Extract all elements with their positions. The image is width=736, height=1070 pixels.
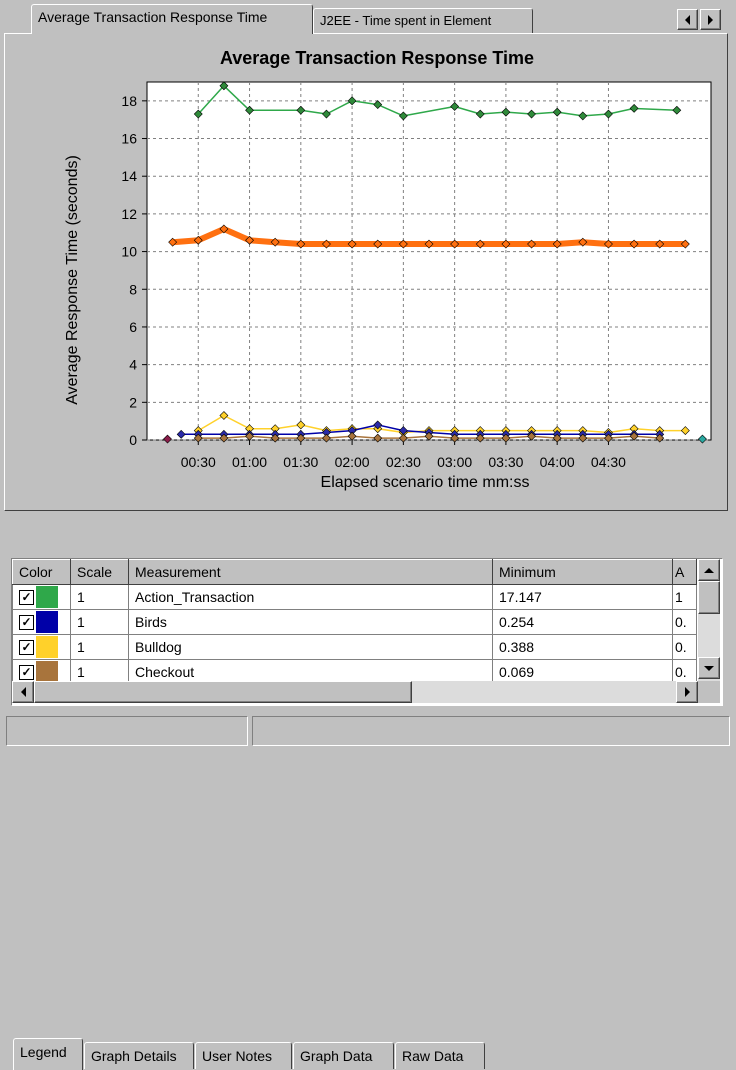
legend-scale-cell: 1 — [70, 584, 129, 610]
y-tick-label: 10 — [121, 244, 137, 260]
y-tick-label: 0 — [129, 432, 137, 448]
legend-measurement-cell: Bulldog — [128, 634, 493, 660]
legend-minimum-cell: 17.147 — [492, 584, 673, 610]
x-tick-label: 02:30 — [386, 454, 421, 470]
legend-average-cell: 1 — [672, 584, 697, 610]
checkbox-icon[interactable]: ✓ — [19, 664, 34, 680]
tab-graph-data[interactable]: Graph Data — [293, 1042, 394, 1069]
x-tick-label: 03:30 — [488, 454, 523, 470]
arrow-left-icon — [685, 14, 690, 25]
scroll-down-button[interactable] — [698, 657, 720, 679]
arrow-right-icon — [708, 14, 713, 25]
color-swatch — [36, 586, 58, 608]
x-tick-label: 01:00 — [232, 454, 267, 470]
chart-title: Average Transaction Response Time — [220, 48, 534, 68]
legend-minimum-cell: 0.254 — [492, 609, 673, 635]
y-tick-label: 18 — [121, 93, 137, 109]
y-tick-label: 4 — [129, 357, 137, 373]
legend-vertical-scrollbar[interactable] — [698, 559, 720, 681]
y-tick-label: 16 — [121, 131, 137, 147]
tab-graph-details[interactable]: Graph Details — [84, 1042, 194, 1069]
legend-horizontal-scrollbar[interactable] — [12, 681, 698, 703]
col-color-header[interactable]: Color — [12, 559, 71, 585]
horizontal-scroll-thumb[interactable] — [34, 681, 412, 703]
tab-legend[interactable]: Legend — [13, 1038, 83, 1070]
graph-panel: Average Transaction Response Time Averag… — [4, 33, 728, 511]
tab-average-transaction-response-time[interactable]: Average Transaction Response Time — [31, 4, 313, 34]
legend-color-cell[interactable]: ✓ — [12, 609, 71, 635]
scroll-up-button[interactable] — [698, 559, 720, 581]
legend-row[interactable]: ✓ 1 Bulldog 0.388 0. — [12, 634, 697, 660]
legend-average-cell: 0. — [672, 634, 697, 660]
checkbox-icon[interactable]: ✓ — [19, 589, 34, 605]
col-measurement-header[interactable]: Measurement — [128, 559, 493, 585]
x-tick-label: 02:00 — [335, 454, 370, 470]
x-axis-label: Elapsed scenario time mm:ss — [321, 474, 530, 491]
legend-measurement-cell: Birds — [128, 609, 493, 635]
arrow-up-icon — [704, 567, 714, 573]
y-tick-label: 8 — [129, 281, 137, 297]
color-swatch — [36, 611, 58, 633]
status-pane-2 — [252, 716, 730, 746]
legend-average-cell: 0. — [672, 609, 697, 635]
bottom-tab-strip: Legend Graph Details User Notes Graph Da… — [0, 516, 736, 1070]
y-tick-label: 6 — [129, 319, 137, 335]
scroll-thumb[interactable] — [698, 581, 720, 614]
legend-measurement-cell: Action_Transaction — [128, 584, 493, 610]
legend-color-cell[interactable]: ✓ — [12, 634, 71, 660]
status-pane-1 — [6, 716, 248, 746]
tab-j2ee-time-spent-in-element[interactable]: J2EE - Time spent in Element — [313, 8, 533, 33]
y-tick-label: 12 — [121, 206, 137, 222]
scrollbar-corner — [698, 681, 720, 703]
legend-row[interactable]: ✓ 1 Action_Transaction 17.147 1 — [12, 584, 697, 610]
arrow-down-icon — [704, 665, 714, 671]
tab-scroll-left-button[interactable] — [677, 9, 698, 30]
col-scale-header[interactable]: Scale — [70, 559, 129, 585]
legend-scale-cell: 1 — [70, 609, 129, 635]
arrow-left-icon — [20, 687, 26, 697]
x-tick-label: 01:30 — [283, 454, 318, 470]
color-swatch — [36, 636, 58, 658]
legend-color-cell[interactable]: ✓ — [12, 584, 71, 610]
y-axis-label: Average Response Time (seconds) — [64, 155, 81, 405]
legend-header-row: Color Scale Measurement Minimum A — [12, 559, 697, 585]
plot-area — [146, 81, 712, 441]
scroll-left-button[interactable] — [12, 681, 34, 703]
tab-scroll-right-button[interactable] — [700, 9, 721, 30]
top-tab-strip: Average Transaction Response Time J2EE -… — [0, 0, 736, 34]
arrow-right-icon — [684, 687, 690, 697]
tab-user-notes[interactable]: User Notes — [195, 1042, 292, 1069]
checkbox-icon[interactable]: ✓ — [19, 614, 34, 630]
y-tick-label: 14 — [121, 168, 137, 184]
x-tick-label: 00:30 — [181, 454, 216, 470]
x-tick-label: 04:00 — [540, 454, 575, 470]
col-average-header[interactable]: A — [672, 559, 697, 585]
legend-scale-cell: 1 — [70, 634, 129, 660]
tab-raw-data[interactable]: Raw Data — [395, 1042, 485, 1069]
color-swatch — [36, 661, 58, 683]
legend-table: Color Scale Measurement Minimum A ✓ 1 Acti… — [12, 559, 697, 685]
legend-minimum-cell: 0.388 — [492, 634, 673, 660]
checkbox-icon[interactable]: ✓ — [19, 639, 34, 655]
response-time-chart: Average Transaction Response Time Averag… — [64, 48, 712, 491]
legend-row[interactable]: ✓ 1 Birds 0.254 0. — [12, 609, 697, 635]
legend-grid: Color Scale Measurement Minimum A ✓ 1 Acti… — [11, 558, 723, 706]
scroll-right-button[interactable] — [676, 681, 698, 703]
col-minimum-header[interactable]: Minimum — [492, 559, 673, 585]
x-tick-label: 04:30 — [591, 454, 626, 470]
y-tick-label: 2 — [129, 394, 137, 410]
status-bar — [0, 712, 736, 757]
x-tick-label: 03:00 — [437, 454, 472, 470]
